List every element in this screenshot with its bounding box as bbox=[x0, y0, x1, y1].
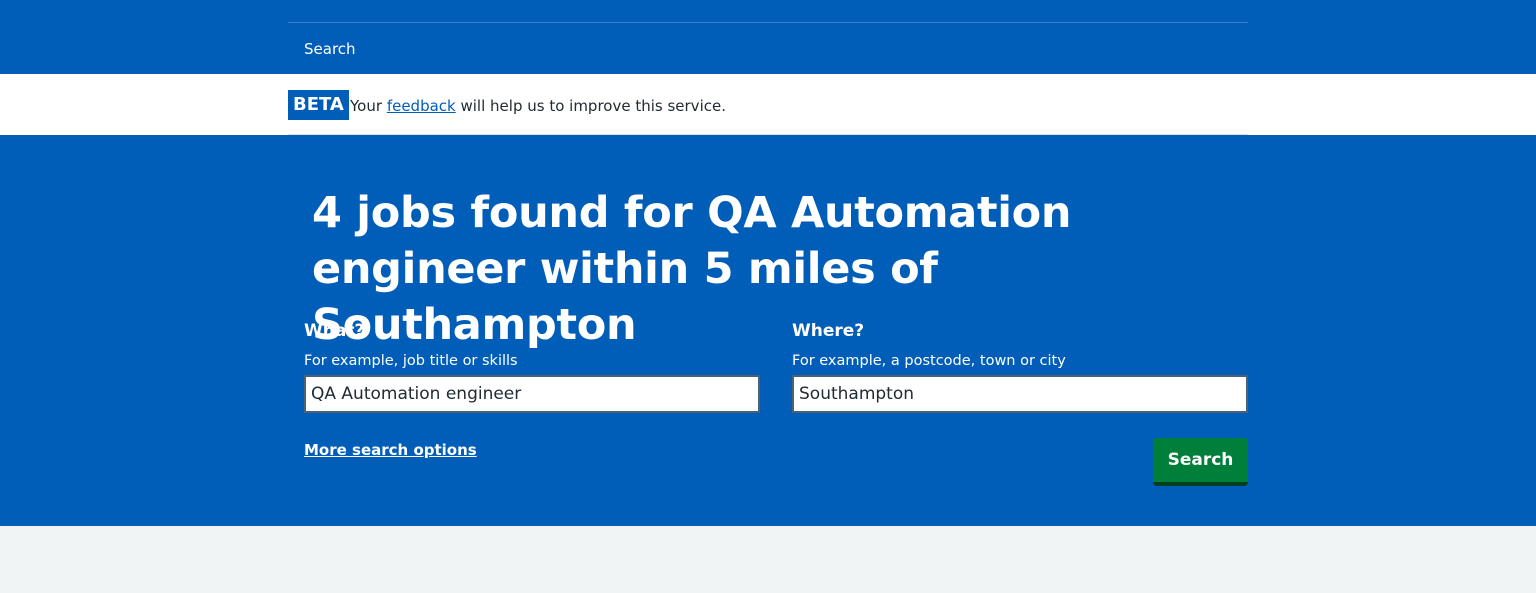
what-hint: For example, job title or skills bbox=[304, 353, 518, 369]
beta-message: Your feedback will help us to improve th… bbox=[350, 97, 726, 115]
nav-search-link[interactable]: Search bbox=[304, 40, 356, 58]
beta-banner: BETA Your feedback will help us to impro… bbox=[0, 74, 1536, 135]
where-input[interactable] bbox=[792, 375, 1248, 413]
more-search-options-link[interactable]: More search options bbox=[304, 441, 477, 459]
where-hint: For example, a postcode, town or city bbox=[792, 353, 1066, 369]
beta-tag: BETA bbox=[288, 90, 349, 120]
feedback-link[interactable]: feedback bbox=[387, 97, 456, 115]
header: Search bbox=[0, 0, 1536, 74]
header-nav: Search bbox=[288, 22, 1248, 74]
search-hero: 4 jobs found for QA Automation engineer … bbox=[0, 135, 1536, 526]
search-button[interactable]: Search bbox=[1153, 438, 1248, 486]
beta-banner-inner: BETA Your feedback will help us to impro… bbox=[288, 74, 1248, 135]
beta-text-before: Your bbox=[350, 97, 383, 115]
what-label: What? bbox=[304, 321, 365, 341]
results-area bbox=[0, 526, 1536, 593]
beta-text-after: will help us to improve this service. bbox=[460, 97, 726, 115]
what-input[interactable] bbox=[304, 375, 760, 413]
where-label: Where? bbox=[792, 321, 865, 341]
